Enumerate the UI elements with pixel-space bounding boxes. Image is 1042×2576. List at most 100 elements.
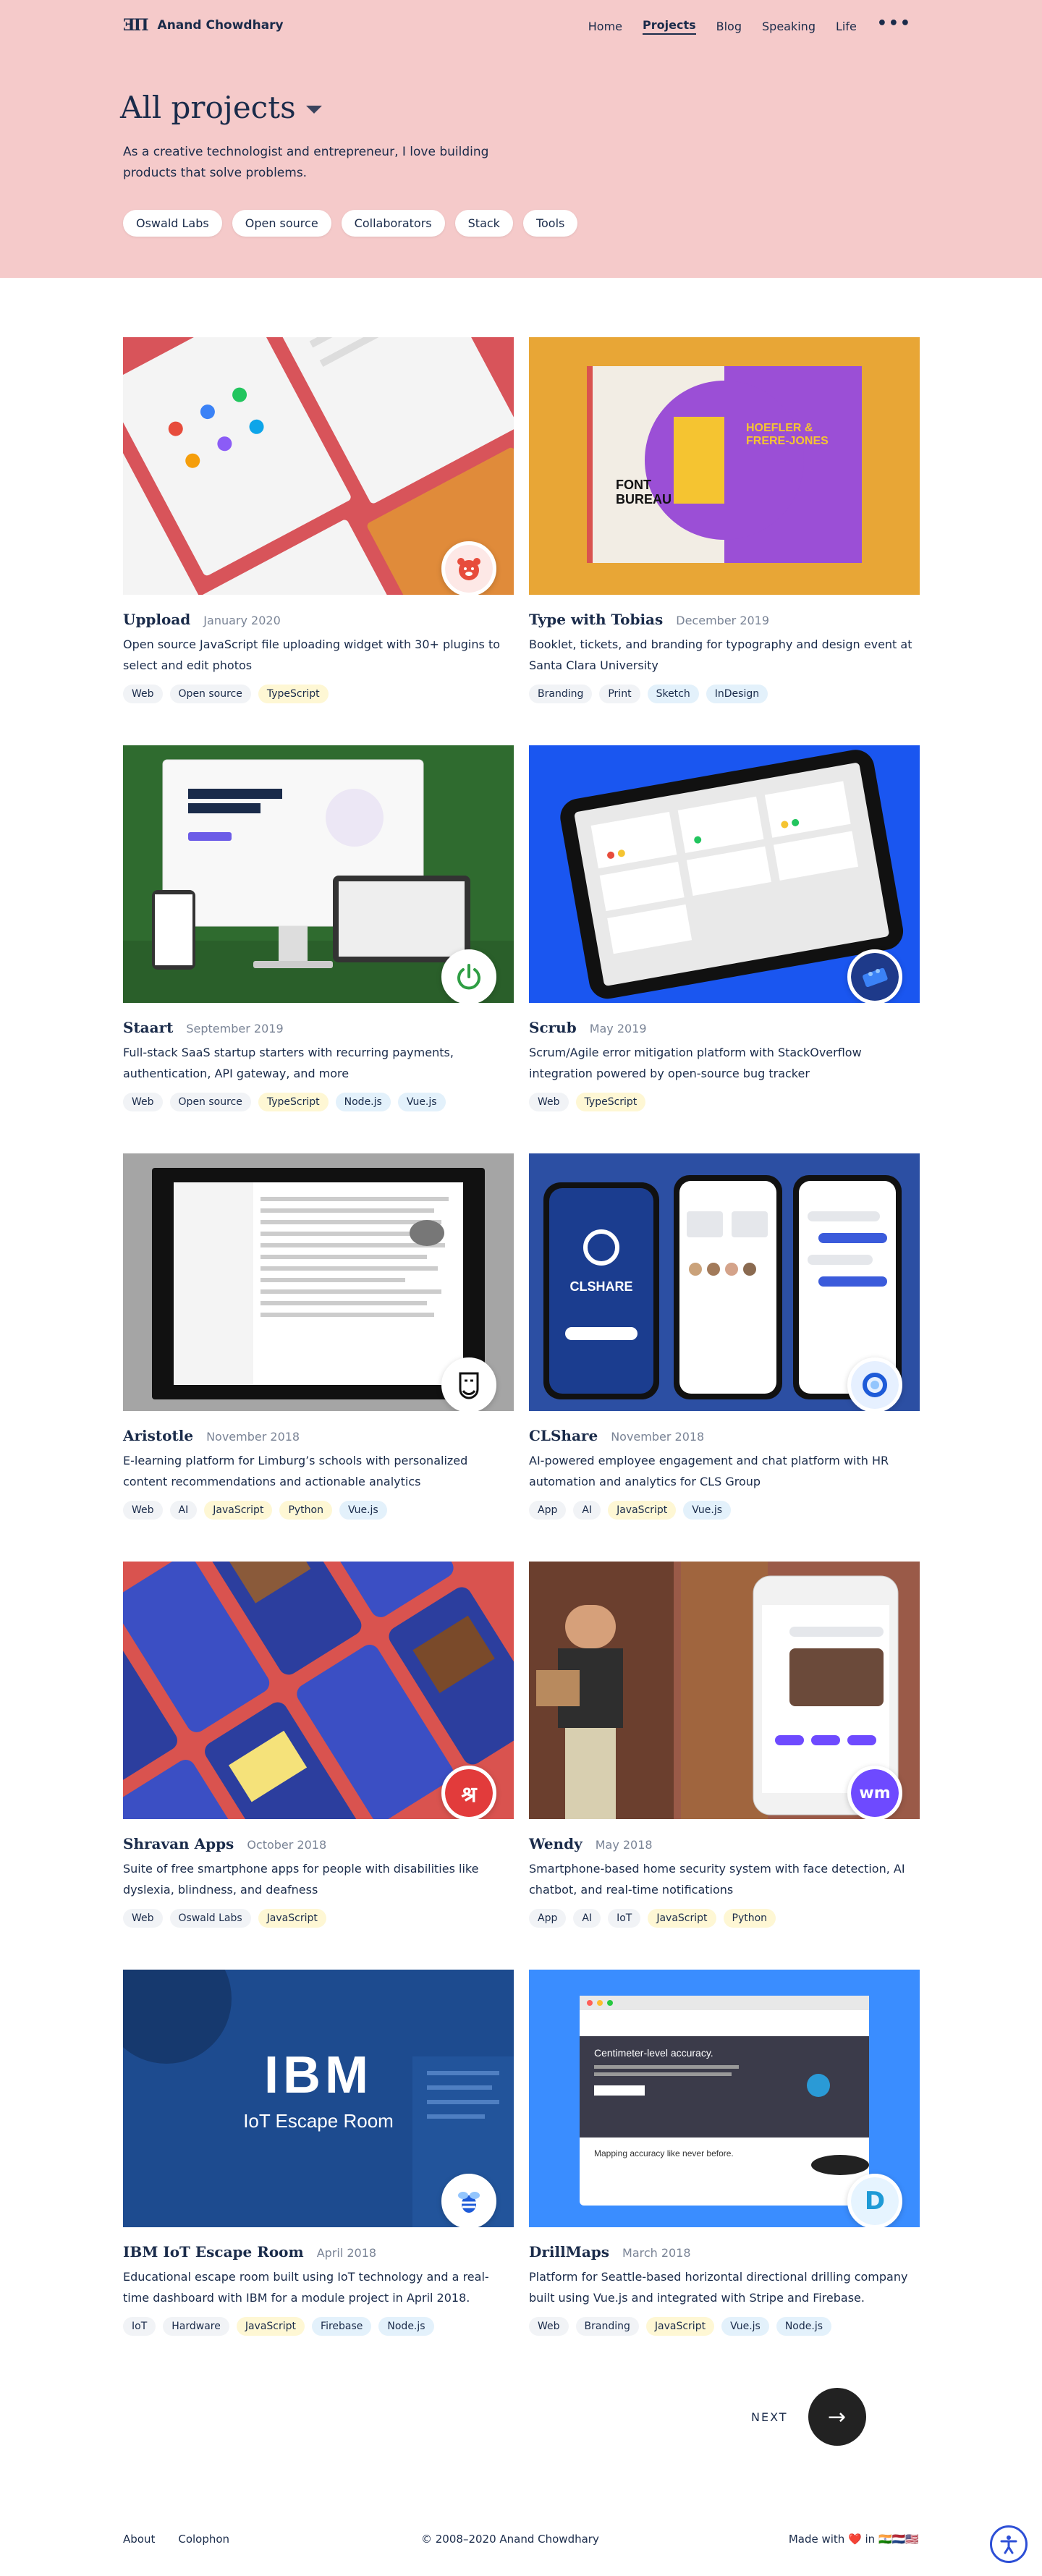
tag[interactable]: IoT — [608, 1909, 641, 1928]
project-date: January 2020 — [203, 614, 281, 627]
tag[interactable]: Web — [123, 1093, 163, 1111]
nav-blog[interactable]: Blog — [716, 20, 742, 33]
tag[interactable]: App — [529, 1501, 567, 1520]
project-card-shravan-apps[interactable]: श्र Shravan Apps October 2018 Suite of f… — [123, 1562, 514, 1928]
filter-tools[interactable]: Tools — [522, 210, 578, 237]
filter-stack[interactable]: Stack — [454, 210, 513, 237]
site-logo[interactable]: ƎΠ Anand Chowdhary — [123, 16, 284, 35]
tag[interactable]: Node.js — [335, 1093, 391, 1111]
tag[interactable]: Branding — [529, 685, 593, 703]
footer-links: About Colophon — [123, 2533, 229, 2546]
tag[interactable]: JavaScript — [258, 1909, 326, 1928]
tag[interactable]: JavaScript — [236, 2317, 305, 2336]
pagination-next[interactable]: NEXT → — [751, 2388, 866, 2446]
project-card-aristotle[interactable]: Aristotle November 2018 E-learning platf… — [123, 1153, 514, 1520]
arrow-right-icon[interactable]: → — [808, 2388, 866, 2446]
project-thumbnail[interactable]: IBM IoT Escape Room — [123, 1970, 514, 2227]
more-menu-icon[interactable]: ••• — [877, 14, 912, 33]
tag[interactable]: TypeScript — [575, 1093, 646, 1111]
project-card-scrub[interactable]: Scrub May 2019 Scrum/Agile error mitigat… — [529, 745, 920, 1111]
project-title[interactable]: Aristotle — [123, 1427, 193, 1444]
project-title[interactable]: Wendy — [529, 1835, 583, 1852]
tag[interactable]: Node.js — [378, 2317, 434, 2336]
tag[interactable]: Vue.js — [683, 1501, 732, 1520]
tag[interactable]: App — [529, 1909, 567, 1928]
next-label[interactable]: NEXT — [751, 2410, 788, 2424]
project-thumbnail[interactable]: FONT BUREAU HOEFLER & FRERE-JONES — [529, 337, 920, 595]
project-title[interactable]: IBM IoT Escape Room — [123, 2243, 304, 2261]
nav-projects[interactable]: Projects — [643, 18, 696, 35]
tag[interactable]: AI — [169, 1501, 198, 1520]
project-card-clshare[interactable]: CLSHARE CLShare November 2018 AI-powered… — [529, 1153, 920, 1520]
tag[interactable]: TypeScript — [258, 685, 329, 703]
project-thumbnail[interactable]: Centimeter-level accuracy. Mapping accur… — [529, 1970, 920, 2227]
project-title[interactable]: Type with Tobias — [529, 611, 663, 628]
project-description: Booklet, tickets, and branding for typog… — [529, 637, 912, 672]
tag[interactable]: Web — [529, 2317, 569, 2336]
tag[interactable]: Web — [123, 1909, 163, 1928]
project-date: November 2018 — [206, 1430, 300, 1444]
tag[interactable]: Oswald Labs — [169, 1909, 251, 1928]
project-card-staart[interactable]: Staart September 2019 Full-stack SaaS st… — [123, 745, 514, 1111]
tag[interactable]: Python — [723, 1909, 776, 1928]
project-title[interactable]: Shravan Apps — [123, 1835, 234, 1852]
tag[interactable]: JavaScript — [648, 1909, 716, 1928]
footer-link-colophon[interactable]: Colophon — [178, 2533, 229, 2546]
project-card-uppload[interactable]: Uppload January 2020 Open source JavaScr… — [123, 337, 514, 703]
page-title-row[interactable]: All projects — [120, 90, 322, 125]
project-title[interactable]: DrillMaps — [529, 2243, 609, 2261]
tag[interactable]: Vue.js — [339, 1501, 387, 1520]
logo-mark: ƎΠ — [123, 16, 149, 35]
project-title[interactable]: Scrub — [529, 1019, 577, 1036]
tag[interactable]: Node.js — [776, 2317, 831, 2336]
chevron-down-icon[interactable] — [305, 106, 322, 114]
footer-link-about[interactable]: About — [123, 2533, 155, 2546]
nav-speaking[interactable]: Speaking — [762, 20, 816, 33]
tag[interactable]: JavaScript — [645, 2317, 715, 2336]
project-thumbnail[interactable]: श्र — [123, 1562, 514, 1819]
project-thumbnail[interactable]: wm — [529, 1562, 920, 1819]
accessibility-icon[interactable] — [990, 2525, 1028, 2563]
tag[interactable]: Branding — [575, 2317, 639, 2336]
nav-home[interactable]: Home — [588, 20, 622, 33]
tag[interactable]: AI — [573, 1501, 601, 1520]
tag[interactable]: IoT — [123, 2317, 156, 2336]
top-nav: ƎΠ Anand Chowdhary Home Projects Blog Sp… — [123, 13, 912, 39]
filter-collaborators[interactable]: Collaborators — [341, 210, 445, 237]
font-bureau-text: FONT — [616, 478, 651, 492]
project-title[interactable]: Staart — [123, 1019, 173, 1036]
tag[interactable]: Vue.js — [397, 1093, 446, 1111]
project-card-wendy[interactable]: wm Wendy May 2018 Smartphone-based home … — [529, 1562, 920, 1928]
tag[interactable]: Print — [599, 685, 640, 703]
project-thumbnail[interactable] — [123, 745, 514, 1003]
tag[interactable]: AI — [573, 1909, 601, 1928]
project-thumbnail[interactable] — [123, 337, 514, 595]
tag[interactable]: InDesign — [706, 685, 768, 703]
tag[interactable]: Sketch — [647, 685, 699, 703]
project-card-type-with-tobias[interactable]: FONT BUREAU HOEFLER & FRERE-JONES Type w… — [529, 337, 920, 703]
tag[interactable]: Python — [279, 1501, 332, 1520]
filter-open-source[interactable]: Open source — [232, 210, 331, 237]
tag[interactable]: Web — [123, 685, 163, 703]
project-thumbnail[interactable] — [529, 745, 920, 1003]
tag[interactable]: TypeScript — [258, 1093, 329, 1111]
project-date: September 2019 — [186, 1022, 284, 1035]
project-card-ibm-iot-escape-room[interactable]: IBM IoT Escape Room IBM IoT Escape Room … — [123, 1970, 514, 2336]
tag[interactable]: Vue.js — [721, 2317, 769, 2336]
tag[interactable]: Firebase — [312, 2317, 372, 2336]
tag[interactable]: JavaScript — [204, 1501, 273, 1520]
tag[interactable]: Web — [529, 1093, 569, 1111]
project-title[interactable]: CLShare — [529, 1427, 598, 1444]
tag[interactable]: Open source — [169, 685, 251, 703]
aristotle-face-icon — [445, 1361, 493, 1409]
tag[interactable]: Open source — [169, 1093, 251, 1111]
nav-life[interactable]: Life — [836, 20, 857, 33]
project-card-drillmaps[interactable]: Centimeter-level accuracy. Mapping accur… — [529, 1970, 920, 2336]
tag[interactable]: Web — [123, 1501, 163, 1520]
tag[interactable]: JavaScript — [608, 1501, 677, 1520]
project-thumbnail[interactable] — [123, 1153, 514, 1411]
tag[interactable]: Hardware — [163, 2317, 229, 2336]
filter-oswald-labs[interactable]: Oswald Labs — [123, 210, 222, 237]
project-title[interactable]: Uppload — [123, 611, 190, 628]
project-thumbnail[interactable]: CLSHARE — [529, 1153, 920, 1411]
